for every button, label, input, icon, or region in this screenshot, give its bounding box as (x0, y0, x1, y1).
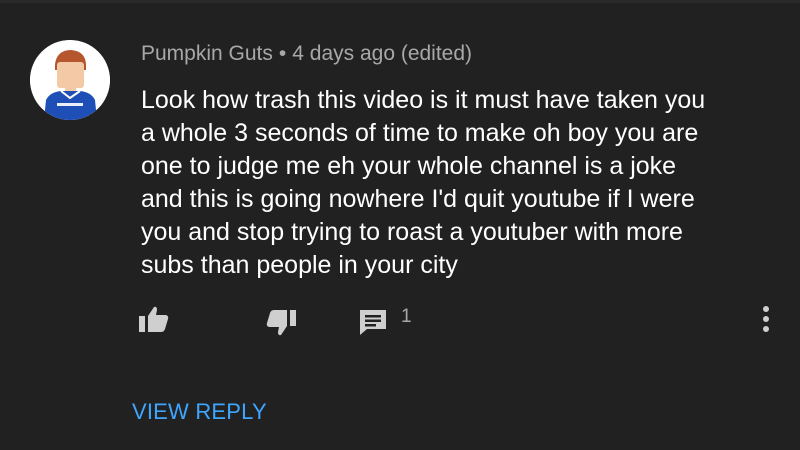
more-options-button[interactable] (760, 304, 772, 339)
thumbs-up-icon (139, 306, 169, 332)
comment-actions: 1 (0, 300, 800, 340)
comment-author[interactable]: Pumpkin Guts (141, 42, 273, 65)
header-separator: • (278, 42, 287, 65)
avatar[interactable] (30, 40, 110, 120)
comment-line: you and stop trying to roast a youtuber … (141, 218, 683, 246)
reply-count: 1 (401, 306, 412, 327)
comment-timestamp: 4 days ago (edited) (292, 42, 473, 65)
like-button[interactable] (138, 305, 170, 338)
comment-icon (360, 310, 386, 335)
comment-line: subs than people in your city (141, 251, 458, 279)
thumbs-down-icon (266, 310, 296, 336)
comment-text: Look how trash this video is it must hav… (141, 84, 781, 282)
view-reply-button[interactable]: VIEW REPLY (132, 399, 267, 425)
more-vertical-icon (763, 306, 769, 332)
comment-line: one to judge me eh your whole channel is… (141, 152, 677, 180)
dislike-button[interactable] (265, 309, 297, 342)
comment-line: and this is going nowhere I'd quit youtu… (141, 185, 695, 213)
top-divider (0, 0, 800, 3)
comment-header: Pumpkin Guts • 4 days ago (edited) (141, 42, 472, 66)
reply-button[interactable] (358, 308, 388, 341)
comment-line: Look how trash this video is it must hav… (141, 86, 706, 114)
comment-line: a whole 3 seconds of time to make oh boy… (141, 119, 699, 147)
